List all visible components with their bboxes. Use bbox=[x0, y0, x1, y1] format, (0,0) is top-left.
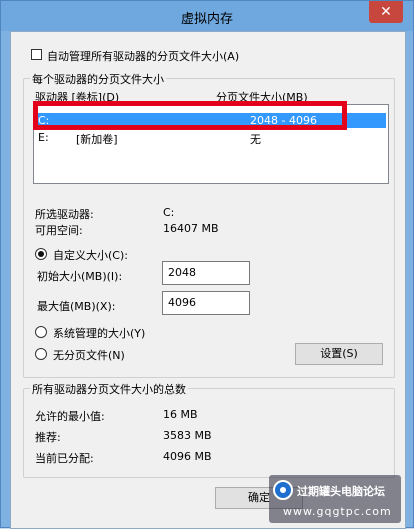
min-label: 允许的最小值: bbox=[35, 410, 105, 423]
drive-volume-label: [新加卷] bbox=[76, 133, 118, 146]
drive-letter: E: bbox=[38, 131, 49, 144]
allocated-value: 4096 MB bbox=[163, 450, 212, 463]
title-bar[interactable]: 虚拟内存 ✕ bbox=[1, 1, 413, 31]
custom-size-label[interactable]: 自定义大小(C): bbox=[53, 247, 128, 263]
dialog-content: 自动管理所有驱动器的分页文件大小(A) 每个驱动器的分页文件大小 驱动器 [卷标… bbox=[10, 31, 406, 529]
max-size-label: 最大值(MB)(X): bbox=[37, 300, 116, 313]
virtual-memory-dialog: 虚拟内存 ✕ 自动管理所有驱动器的分页文件大小(A) 每个驱动器的分页文件大小 … bbox=[0, 0, 414, 529]
allocated-label: 当前已分配: bbox=[35, 452, 94, 465]
set-button[interactable]: 设置(S) bbox=[295, 343, 383, 365]
list-item-e[interactable]: E: [新加卷] 无 bbox=[36, 131, 386, 146]
forum-logo-icon bbox=[273, 480, 293, 500]
totals-group-title: 所有驱动器分页文件大小的总数 bbox=[30, 381, 188, 397]
no-paging-radio[interactable] bbox=[35, 348, 47, 360]
no-paging-label[interactable]: 无分页文件(N) bbox=[53, 347, 125, 363]
watermark-name: 过期罐头电脑论坛 bbox=[297, 485, 385, 498]
selected-drive-value: C: bbox=[163, 206, 175, 219]
auto-manage-checkbox[interactable] bbox=[31, 49, 42, 60]
min-value: 16 MB bbox=[163, 408, 198, 421]
free-space-value: 16407 MB bbox=[163, 222, 219, 235]
custom-size-radio[interactable] bbox=[35, 248, 47, 260]
selected-drive-label: 所选驱动器: bbox=[35, 208, 94, 221]
system-managed-label[interactable]: 系统管理的大小(Y) bbox=[53, 325, 145, 341]
free-space-label: 可用空间: bbox=[35, 224, 83, 237]
window-title: 虚拟内存 bbox=[180, 12, 233, 27]
watermark-url: www.gqgtpc.com bbox=[283, 505, 392, 518]
initial-size-input[interactable]: 2048 bbox=[162, 261, 250, 285]
radio-selected-dot bbox=[38, 251, 44, 257]
per-drive-group-title: 每个驱动器的分页文件大小 bbox=[30, 71, 166, 87]
system-managed-radio[interactable] bbox=[35, 326, 47, 338]
forum-watermark: 过期罐头电脑论坛 www.gqgtpc.com bbox=[269, 475, 401, 523]
close-button[interactable]: ✕ bbox=[369, 1, 403, 23]
recommended-label: 推荐: bbox=[35, 431, 61, 444]
highlight-annotation bbox=[33, 101, 347, 130]
drive-size: 无 bbox=[250, 133, 261, 146]
max-size-input[interactable]: 4096 bbox=[162, 291, 250, 315]
recommended-value: 3583 MB bbox=[163, 429, 212, 442]
auto-manage-label[interactable]: 自动管理所有驱动器的分页文件大小(A) bbox=[47, 48, 239, 64]
close-icon: ✕ bbox=[380, 4, 392, 20]
initial-size-label: 初始大小(MB)(I): bbox=[37, 270, 123, 283]
